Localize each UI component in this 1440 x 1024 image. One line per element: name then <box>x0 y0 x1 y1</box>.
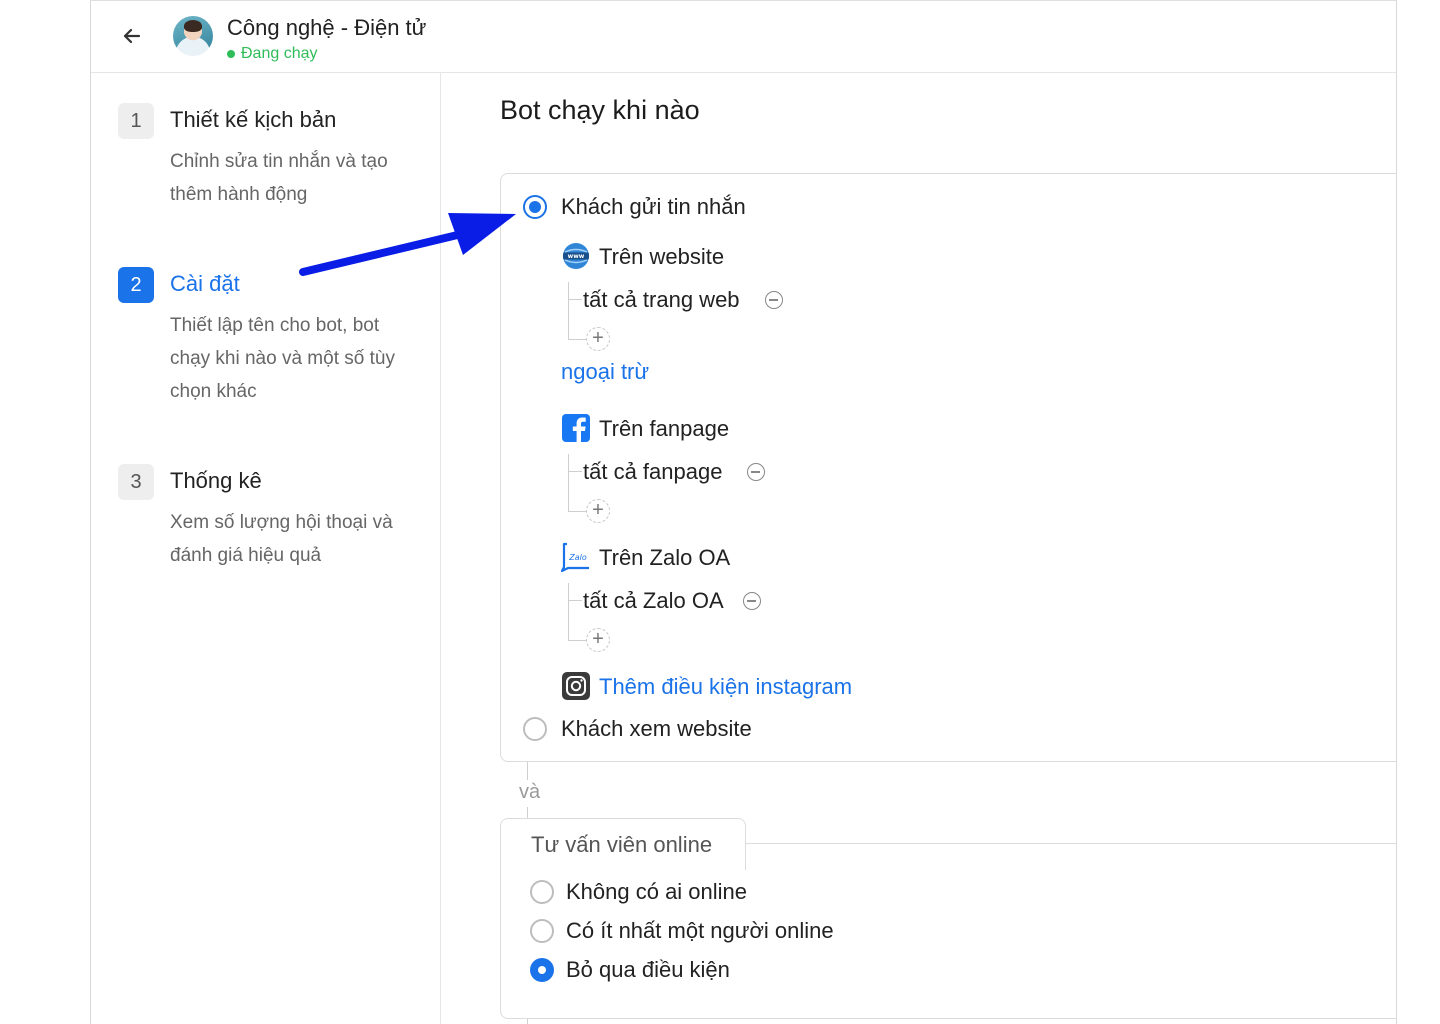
step-number: 3 <box>118 464 154 500</box>
online-advisor-box: Tư vấn viên online Không có ai online Có… <box>500 818 1396 1024</box>
tree-line <box>568 511 586 512</box>
app-window: Công nghệ - Điện tử Đang chạy 1 Thiết kế… <box>90 0 1397 1024</box>
website-condition: tất cả trang web <box>583 287 740 312</box>
step-description: Xem số lượng hội thoại và đánh giá hiệu … <box>170 512 393 566</box>
website-label: Trên website <box>599 244 725 269</box>
bot-status: Đang chạy <box>227 45 318 63</box>
remove-website-condition-icon[interactable] <box>765 291 783 309</box>
advisor-tab: Tư vấn viên online <box>500 818 746 870</box>
settings-panel: Bot chạy khi nào Khách gửi tin nhắn www … <box>441 73 1396 1024</box>
tree-line <box>568 339 586 340</box>
add-website-condition-button[interactable]: + <box>586 327 610 351</box>
except-link[interactable]: ngoại trừ <box>561 359 649 385</box>
connector-line <box>527 1019 528 1024</box>
radio-skip-condition[interactable] <box>530 958 554 982</box>
step-title: Thống kê <box>170 468 262 493</box>
step-description: Thiết lập tên cho bot, bot chạy khi nào … <box>170 315 395 402</box>
svg-text:www: www <box>568 253 585 260</box>
steps-sidebar: 1 Thiết kế kịch bản Chỉnh sửa tin nhắn v… <box>91 73 441 1024</box>
fanpage-label: Trên fanpage <box>599 416 730 441</box>
zalo-icon: Zalo <box>560 542 591 573</box>
tree-line <box>568 299 582 300</box>
radio-at-least-one-online[interactable] <box>530 919 554 943</box>
add-fanpage-condition-button[interactable]: + <box>586 499 610 523</box>
instagram-icon <box>561 671 591 701</box>
and-connector: và <box>519 781 541 803</box>
option-customer-view-website-label[interactable]: Khách xem website <box>561 716 752 742</box>
radio-nobody-online[interactable] <box>530 880 554 904</box>
tree-line <box>568 600 582 601</box>
advisor-top-border <box>745 843 1396 844</box>
advisor-title: Tư vấn viên online <box>531 832 713 857</box>
nobody-online-label[interactable]: Không có ai online <box>566 879 747 905</box>
step-number: 1 <box>118 103 154 139</box>
bot-avatar <box>173 16 213 56</box>
skip-condition-label[interactable]: Bỏ qua điều kiện <box>566 957 730 983</box>
step-description: Chỉnh sửa tin nhắn và tạo thêm hành động <box>170 151 388 205</box>
bot-name: Công nghệ - Điện tử <box>227 15 427 40</box>
connector-line <box>527 807 528 818</box>
tree-line <box>568 583 569 641</box>
tree-line <box>568 471 582 472</box>
svg-text:Zalo: Zalo <box>568 553 587 562</box>
bot-status-text: Đang chạy <box>241 45 318 62</box>
step-title: Thiết kế kịch bản <box>170 107 337 132</box>
facebook-icon <box>561 413 591 443</box>
back-arrow-icon[interactable] <box>117 21 147 51</box>
remove-fanpage-condition-icon[interactable] <box>747 463 765 481</box>
tree-line <box>568 282 569 340</box>
radio-customer-message[interactable] <box>523 195 547 219</box>
option-customer-message-label[interactable]: Khách gửi tin nhắn <box>561 194 746 220</box>
zalo-label: Trên Zalo OA <box>599 545 731 570</box>
radio-customer-view-website[interactable] <box>523 717 547 741</box>
header-bar: Công nghệ - Điện tử Đang chạy <box>91 1 1396 73</box>
tree-line <box>568 640 586 641</box>
step-number: 2 <box>118 267 154 303</box>
fanpage-condition: tất cả fanpage <box>583 459 723 484</box>
connector-line <box>527 762 528 780</box>
page-title: Bot chạy khi nào <box>500 95 700 125</box>
remove-zalo-condition-icon[interactable] <box>743 592 761 610</box>
tree-line <box>568 454 569 512</box>
step-title: Cài đặt <box>170 271 240 296</box>
globe-www-icon: www <box>561 241 591 271</box>
add-instagram-condition-link[interactable]: Thêm điều kiện instagram <box>599 674 852 700</box>
at-least-one-online-label[interactable]: Có ít nhất một người online <box>566 918 834 944</box>
status-dot-icon <box>227 50 235 58</box>
zalo-condition: tất cả Zalo OA <box>583 588 724 613</box>
trigger-conditions-box: Khách gửi tin nhắn www Trên website tất … <box>500 173 1396 762</box>
add-zalo-condition-button[interactable]: + <box>586 628 610 652</box>
